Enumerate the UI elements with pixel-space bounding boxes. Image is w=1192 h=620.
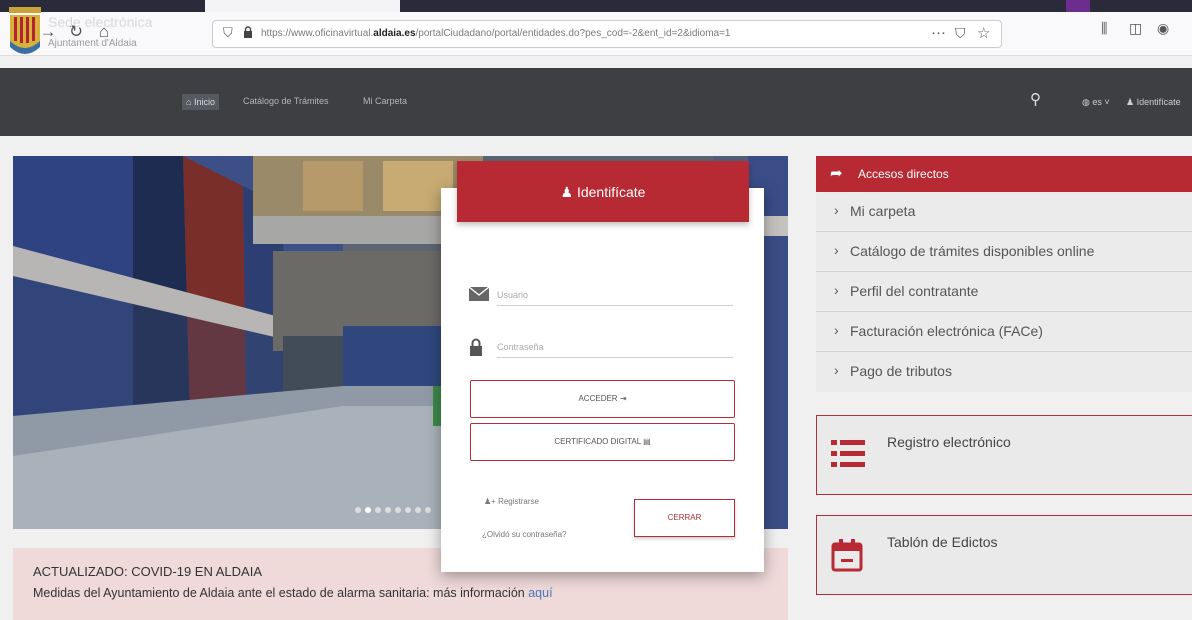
page-actions-icon[interactable]: ··· [931, 24, 946, 41]
nav-my-folder[interactable]: Mi Carpeta [363, 96, 407, 106]
carousel-dot[interactable] [355, 507, 361, 513]
quick-item-label: Perfil del contratante [850, 283, 979, 299]
tab-accent [1066, 0, 1090, 12]
carousel-indicators [355, 500, 435, 518]
carousel-dot[interactable] [405, 507, 411, 513]
envelope-icon [469, 286, 489, 301]
list-icon [831, 440, 865, 467]
chevron-right-icon: › [834, 322, 839, 338]
quick-item-my-folder[interactable]: › Mi carpeta [816, 192, 1192, 232]
quick-item-label: Mi carpeta [850, 203, 916, 219]
library-icon[interactable]: ⫼ [1101, 20, 1107, 37]
carousel-dot[interactable] [385, 507, 391, 513]
quick-item-label: Facturación electrónica (FACe) [850, 323, 1043, 339]
close-button[interactable]: CERRAR [634, 499, 735, 537]
register-link-label: Registrarse [498, 497, 539, 506]
password-field [469, 336, 735, 362]
nav-catalog[interactable]: Catálogo de Trámites [243, 96, 329, 106]
pocket-icon[interactable]: ⛉ [955, 25, 966, 42]
quick-access-title: Accesos directos [858, 167, 949, 181]
site-header [0, 68, 1192, 136]
chevron-right-icon: › [834, 242, 839, 258]
sidebar-icon[interactable]: ◫ [1129, 20, 1142, 37]
login-modal-title: ♟ Identifícate [457, 184, 749, 201]
covid-text-body: Medidas del Ayuntamiento de Aldaia ante … [33, 586, 525, 600]
globe-icon: ◍ [1082, 97, 1093, 107]
bookmark-star-icon[interactable]: ☆ [977, 24, 990, 42]
language-selector[interactable]: ◍ es ˅ [1082, 97, 1110, 108]
sign-in-icon: ⇥ [619, 394, 627, 403]
nav-home-label: Inicio [193, 97, 215, 107]
login-modal-title-text: Identifícate [576, 184, 646, 200]
lock-icon[interactable] [243, 26, 253, 38]
covid-info-link[interactable]: aquí [528, 586, 552, 600]
address-url: https://www.oficinavirtual.aldaia.es/por… [261, 28, 731, 39]
brand-title[interactable]: Sede electrónica [48, 14, 152, 30]
share-arrow-icon: ➦ [830, 165, 843, 182]
shield-icon[interactable]: ⛉ [223, 25, 233, 41]
language-label: es [1092, 97, 1102, 107]
user-plus-icon: ♟+ [484, 497, 499, 506]
home-nav-icon: ⌂ [186, 97, 194, 107]
chevron-right-icon: › [834, 202, 839, 218]
quick-item-tax-payment[interactable]: › Pago de tributos [816, 352, 1192, 392]
user-icon: ♟ [1126, 97, 1137, 107]
access-button-label: ACCEDER [578, 394, 618, 403]
url-domain: aldaia.es [373, 28, 416, 39]
carousel-dot[interactable] [395, 507, 401, 513]
browser-toolbar: ← → ↻ ⌂ ⛉ https://www.oficinavirtual.ald… [0, 12, 1192, 56]
carousel-dot[interactable] [415, 507, 421, 513]
quick-access-header: ➦ Accesos directos [816, 156, 1192, 192]
quick-item-label: Pago de tributos [850, 363, 952, 379]
carousel-dot[interactable] [375, 507, 381, 513]
quick-item-label: Catálogo de trámites disponibles online [850, 243, 1095, 259]
quick-item-contractor-profile[interactable]: › Perfil del contratante [816, 272, 1192, 312]
id-card-icon: ▤ [643, 437, 651, 446]
calendar-icon [831, 539, 863, 572]
carousel-dot[interactable] [425, 507, 431, 513]
url-rest: /portalCiudadano/portal/entidades.do?pes… [415, 28, 731, 39]
active-browser-tab[interactable] [205, 0, 400, 12]
carousel-dot-active[interactable] [365, 507, 371, 513]
covid-text: Medidas del Ayuntamiento de Aldaia ante … [33, 586, 553, 600]
crest-logo [9, 7, 41, 54]
user-icon: ♟ [560, 184, 577, 200]
login-modal-header: ♟ Identifícate [457, 161, 749, 222]
browser-tab-strip [0, 0, 1192, 12]
header-identify-link[interactable]: ♟ Identifícate [1126, 97, 1181, 108]
digital-certificate-button[interactable]: CERTIFICADO DIGITAL ▤ [470, 423, 735, 461]
chevron-right-icon: › [834, 282, 839, 298]
registry-card[interactable]: Registro electrónico [816, 415, 1192, 495]
nav-home[interactable]: ⌂ Inicio [182, 94, 219, 110]
quick-item-catalog[interactable]: › Catálogo de trámites disponibles onlin… [816, 232, 1192, 272]
search-icon[interactable]: ⚲ [1030, 90, 1041, 108]
lock-icon [470, 338, 482, 356]
covid-title: ACTUALIZADO: COVID-19 EN ALDAIA [33, 564, 263, 579]
chevron-down-icon: ˅ [1101, 97, 1110, 107]
registry-card-label: Registro electrónico [887, 434, 1011, 450]
edicts-card[interactable]: Tablón de Edictos [816, 515, 1192, 595]
forgot-password-link[interactable]: ¿Olvidó su contraseña? [482, 530, 567, 539]
header-identify-label: Identifícate [1136, 97, 1181, 107]
account-icon[interactable]: ◉ [1157, 20, 1169, 37]
username-field [469, 284, 735, 310]
username-input[interactable] [497, 284, 733, 306]
certificate-button-label: CERTIFICADO DIGITAL [554, 437, 641, 446]
register-link[interactable]: ♟+ Registrarse [484, 497, 539, 506]
quick-item-e-invoicing[interactable]: › Facturación electrónica (FACe) [816, 312, 1192, 352]
access-button[interactable]: ACCEDER ⇥ [470, 380, 735, 418]
password-input[interactable] [497, 336, 733, 358]
address-bar[interactable]: ⛉ https://www.oficinavirtual.aldaia.es/p… [212, 20, 1002, 48]
chevron-right-icon: › [834, 362, 839, 378]
edicts-card-label: Tablón de Edictos [887, 534, 998, 550]
brand-subtitle: Ajuntament d'Aldaia [48, 38, 137, 49]
url-prefix: https://www.oficinavirtual. [261, 28, 374, 39]
